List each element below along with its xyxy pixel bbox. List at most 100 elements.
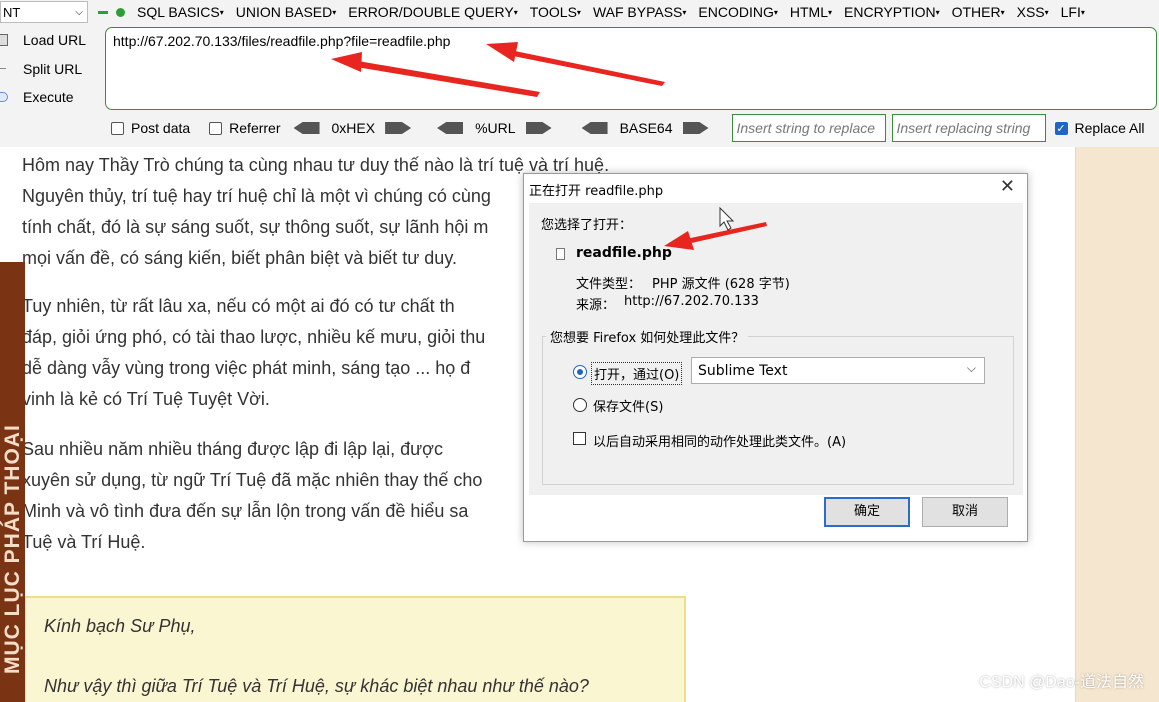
menu-label: WAF BYPASS [592,4,683,20]
caret-icon: ▾ [1080,8,1085,17]
chevron-down-icon: ⌵ [966,361,976,375]
chevron-down-icon: ⌵ [75,6,83,18]
hex-encode-arrow-icon[interactable] [385,122,412,134]
menu-encoding[interactable]: ENCODING▾ [698,4,777,20]
caret-icon: ▾ [682,8,687,17]
execute-icon [0,92,8,103]
auto-action-label[interactable]: 以后自动采用相同的动作处理此类文件。(A) [593,431,846,450]
hackbar-actions: Load URL Split URL Execute [0,26,100,112]
menu-encryption[interactable]: ENCRYPTION▾ [844,4,940,20]
url-decode-arrow-icon[interactable] [437,122,464,134]
post-data-checkbox[interactable]: Post data [111,120,190,136]
dialog-body: 您选择了打开： readfile.php 文件类型： PHP 源文件 (628 … [529,203,1023,495]
url-enc-label: %URL [475,120,516,136]
chosen-label: 您选择了打开： [541,218,633,233]
save-file-radio[interactable] [573,398,587,412]
menu-other[interactable]: OTHER▾ [952,4,1005,20]
int-select-value: NT [3,4,21,20]
application-select[interactable]: Sublime Text ⌵ [691,357,985,384]
checkbox-box [209,121,223,135]
menu-label: XSS [1016,4,1045,20]
caret-icon: ▾ [513,8,518,17]
menu-lfi[interactable]: LFI▾ [1061,4,1085,20]
menu-label: ENCRYPTION [844,4,936,20]
file-name: readfile.php [576,245,672,261]
menu-html[interactable]: HTML▾ [790,4,832,20]
execute-button[interactable]: Execute [0,83,100,112]
menu-union-based[interactable]: UNION BASED▾ [236,4,336,20]
application-select-value: Sublime Text [698,363,788,379]
open-with-radio[interactable] [573,365,587,379]
caret-icon: ▾ [1044,8,1049,17]
url-encode-arrow-icon[interactable] [525,122,552,134]
plus-icon[interactable] [116,7,125,17]
replace-all-label: Replace All [1074,120,1145,136]
file-type-value: PHP 源文件 (628 字节) [652,277,790,292]
hackbar-toolbar: NT ⌵ SQL BASICS▾ UNION BASED▾ ERROR/DOUB… [0,0,1159,147]
menu-sql-basics[interactable]: SQL BASICS▾ [137,4,224,20]
menu-waf-bypass[interactable]: WAF BYPASS▾ [593,4,686,20]
auto-action-checkbox[interactable] [573,432,586,445]
base64-encoder: BASE64 [581,120,709,136]
url-encoder: %URL [437,120,552,136]
url-text: http://67.202.70.133/files/readfile.php?… [113,33,451,49]
menu-label: ENCODING [698,4,774,20]
quote-greeting: Kính bạch Sư Phụ, [44,616,196,636]
referrer-label: Referrer [229,120,281,136]
url-textarea[interactable]: http://67.202.70.133/files/readfile.php?… [105,27,1157,110]
menu-tools[interactable]: TOOLS▾ [530,4,581,20]
source-label: 来源： [576,298,616,313]
table-of-contents-tab[interactable]: MỤC LỤC PHÁP THOẠI [0,262,25,702]
ok-button[interactable]: 确定 [824,497,910,527]
file-type-label: 文件类型： [576,277,642,292]
execute-label: Execute [23,89,74,106]
source-value: http://67.202.70.133 [624,294,759,309]
caret-icon: ▾ [219,8,224,17]
caret-icon: ▾ [576,8,581,17]
file-icon [556,248,565,260]
caret-icon: ▾ [935,8,940,17]
split-url-label: Split URL [23,60,83,77]
right-sidebar [1075,147,1159,702]
hex-encoder: 0xHEX [293,120,412,136]
menu-label: SQL BASICS [137,4,220,20]
caret-icon: ▾ [332,8,337,17]
quote-question: Như vậy thì giữa Trí Tuệ và Trí Huệ, sự … [44,676,589,696]
insert-replacing-input[interactable]: Insert replacing string [891,114,1046,142]
int-select[interactable]: NT ⌵ [0,1,88,23]
checkbox-box [111,121,124,135]
open-with-label[interactable]: 打开，通过(O) [591,362,683,385]
split-icon [0,62,8,75]
load-url-button[interactable]: Load URL [0,26,100,55]
caret-icon: ▾ [828,8,833,17]
post-data-label: Post data [131,120,191,136]
split-url-button[interactable]: Split URL [0,55,100,84]
insert-replace-input[interactable]: Insert string to replace [731,114,886,142]
hex-label: 0xHEX [331,120,376,136]
referrer-checkbox[interactable]: Referrer [209,120,281,136]
checkbox-checked-icon: ✓ [1054,121,1068,135]
menu-label: HTML [789,4,829,20]
base64-encode-arrow-icon[interactable] [682,122,709,134]
base64-decode-arrow-icon[interactable] [581,122,608,134]
side-tab-label: MỤC LỤC PHÁP THOẠI [1,424,24,674]
minus-icon[interactable] [98,10,108,14]
cancel-button[interactable]: 取消 [922,497,1008,527]
quote-box: Kính bạch Sư Phụ, Như vậy thì giữa Trí T… [24,596,686,702]
caret-icon: ▾ [1000,8,1005,17]
load-url-label: Load URL [23,32,87,49]
menu-label: OTHER [951,4,1001,20]
open-file-dialog: 正在打开 readfile.php ✕ 您选择了打开： readfile.php… [523,173,1028,542]
menu-error-double-query[interactable]: ERROR/DOUBLE QUERY▾ [348,4,517,20]
question-label: 您想要 Firefox 如何处理此文件？ [546,327,749,346]
base64-label: BASE64 [619,120,673,136]
hackbar-options-row: Post data Referrer 0xHEX %URL BASE64 Ins… [0,114,1159,142]
menu-xss[interactable]: XSS▾ [1017,4,1049,20]
hackbar-menu-row: NT ⌵ SQL BASICS▾ UNION BASED▾ ERROR/DOUB… [0,0,1159,24]
replace-all-checkbox[interactable]: ✓ Replace All [1054,120,1145,136]
menu-label: UNION BASED [235,4,333,20]
menu-label: ERROR/DOUBLE QUERY [348,4,514,20]
hex-decode-arrow-icon[interactable] [293,122,320,134]
close-icon[interactable]: ✕ [1000,176,1015,197]
save-file-label[interactable]: 保存文件(S) [593,396,663,415]
